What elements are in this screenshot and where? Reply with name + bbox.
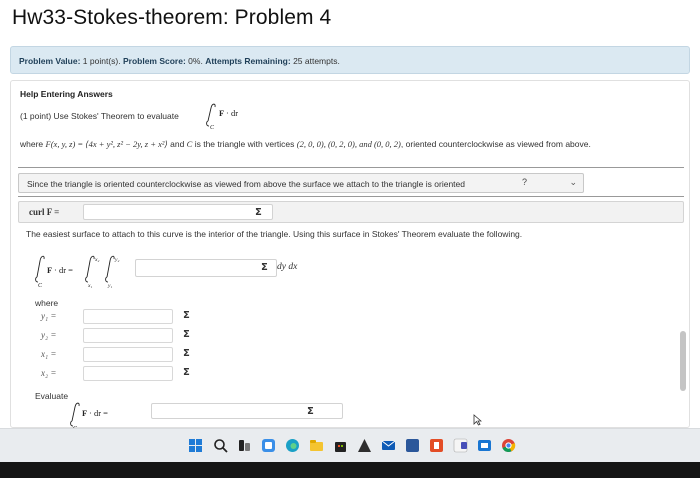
x1-input[interactable] (83, 347, 173, 362)
chrome-icon[interactable] (501, 438, 516, 453)
app-icon[interactable] (357, 438, 372, 453)
svg-text:x₁: x₁ (87, 283, 92, 289)
x2-input[interactable] (83, 366, 173, 381)
where-label: where (35, 298, 59, 308)
bound-label: y₁ = (41, 311, 57, 321)
curl-label: curl F = (29, 207, 60, 217)
curl-input[interactable] (83, 204, 273, 220)
bound-label: x₂ = (41, 368, 57, 378)
equation-editor-sigma-icon[interactable]: Σ (183, 329, 190, 340)
chevron-down-icon: ⌄ (569, 177, 577, 187)
mail-app-icon[interactable] (477, 438, 492, 453)
equation-editor-sigma-icon[interactable]: Σ (307, 406, 314, 417)
triangle-vertices: (2, 0, 0), (0, 2, 0), and (0, 0, 2) (296, 139, 401, 149)
line-integral-formula: C F · dr (206, 103, 238, 131)
equation-editor-sigma-icon[interactable]: Σ (255, 207, 262, 218)
y1-input[interactable] (83, 309, 173, 324)
equation-editor-sigma-icon[interactable]: Σ (183, 310, 190, 321)
problem-statement: where F(x, y, z) = ⟨4x + y², z² − 2y, z … (20, 139, 591, 149)
problem-intro: (1 point) Use Stokes' Theorem to evaluat… (20, 111, 179, 121)
store-icon[interactable] (333, 438, 348, 453)
bound-row-x1: x₁ = Σ (21, 346, 201, 364)
equation-editor-sigma-icon[interactable]: Σ (183, 348, 190, 359)
task-view-icon[interactable] (237, 438, 252, 453)
curl-row: curl F = Σ (18, 201, 684, 223)
evaluate-input[interactable] (151, 403, 343, 419)
problem-value: 1 point(s). (82, 56, 121, 66)
mouse-cursor-icon (473, 414, 482, 426)
page-title: Hw33-Stokes-theorem: Problem 4 (12, 6, 332, 29)
equation-editor-sigma-icon[interactable]: Σ (183, 367, 190, 378)
svg-text:y₁: y₁ (107, 283, 112, 289)
vector-field: F(x, y, z) = ⟨4x + y², z² − 2y, z + x²⟩ (45, 139, 168, 149)
widgets-icon[interactable] (261, 438, 276, 453)
bound-row-y1: y₁ = Σ (21, 308, 201, 326)
teams-icon[interactable] (453, 438, 468, 453)
problem-panel: Help Entering Answers (1 point) Use Stok… (10, 80, 690, 431)
surface-instructions: The easiest surface to attach to this cu… (26, 229, 523, 239)
app-icon-2[interactable] (429, 438, 444, 453)
taskbar (0, 428, 700, 462)
bound-row-x2: x₂ = Σ (21, 365, 201, 383)
svg-text:F: F (82, 408, 87, 418)
word-icon[interactable] (405, 438, 420, 453)
edge-icon[interactable] (285, 438, 300, 453)
screen-bezel (0, 462, 700, 478)
file-explorer-icon[interactable] (309, 438, 324, 453)
svg-text:y₂: y₂ (114, 257, 119, 263)
scrollbar-thumb[interactable] (680, 331, 686, 391)
problem-score-label: Problem Score: (122, 56, 186, 66)
attempts-remaining: 25 attempts. (293, 56, 340, 66)
svg-text:F: F (219, 108, 224, 118)
svg-text:· dr =: · dr = (89, 408, 108, 418)
windows-start-icon[interactable] (188, 438, 203, 453)
divider (18, 167, 684, 168)
bound-row-y2: y₂ = Σ (21, 327, 201, 345)
bound-label: y₂ = (41, 330, 57, 340)
svg-text:C: C (38, 283, 43, 289)
curve-symbol: C (186, 139, 193, 149)
divider (18, 196, 684, 197)
svg-text:C: C (210, 125, 215, 131)
problem-value-label: Problem Value: (19, 56, 81, 66)
attempts-label: Attempts Remaining: (205, 56, 291, 66)
problem-info-bar: Problem Value: 1 point(s). Problem Score… (10, 46, 690, 74)
orientation-select[interactable]: Since the triangle is oriented countercl… (18, 173, 584, 193)
help-entering-answers-link[interactable]: Help Entering Answers (20, 89, 113, 99)
search-icon[interactable] (213, 438, 228, 453)
svg-text:· dr =: · dr = (54, 265, 73, 275)
svg-text:x₂: x₂ (94, 257, 99, 263)
problem-score: 0%. (188, 56, 203, 66)
orientation-select-value: ? (521, 177, 527, 187)
evaluate-integral-formula: C F · dr = (70, 402, 108, 431)
svg-text:· dr: · dr (226, 108, 238, 118)
orientation-prompt: Since the triangle is oriented countercl… (27, 179, 465, 189)
y2-input[interactable] (83, 328, 173, 343)
equation-editor-sigma-icon[interactable]: Σ (261, 262, 268, 273)
integrand-input[interactable] (135, 259, 277, 277)
mail-icon[interactable] (381, 438, 396, 453)
differential-label: dy dx (277, 262, 298, 272)
svg-text:F: F (47, 265, 52, 275)
bound-label: x₁ = (41, 349, 57, 359)
